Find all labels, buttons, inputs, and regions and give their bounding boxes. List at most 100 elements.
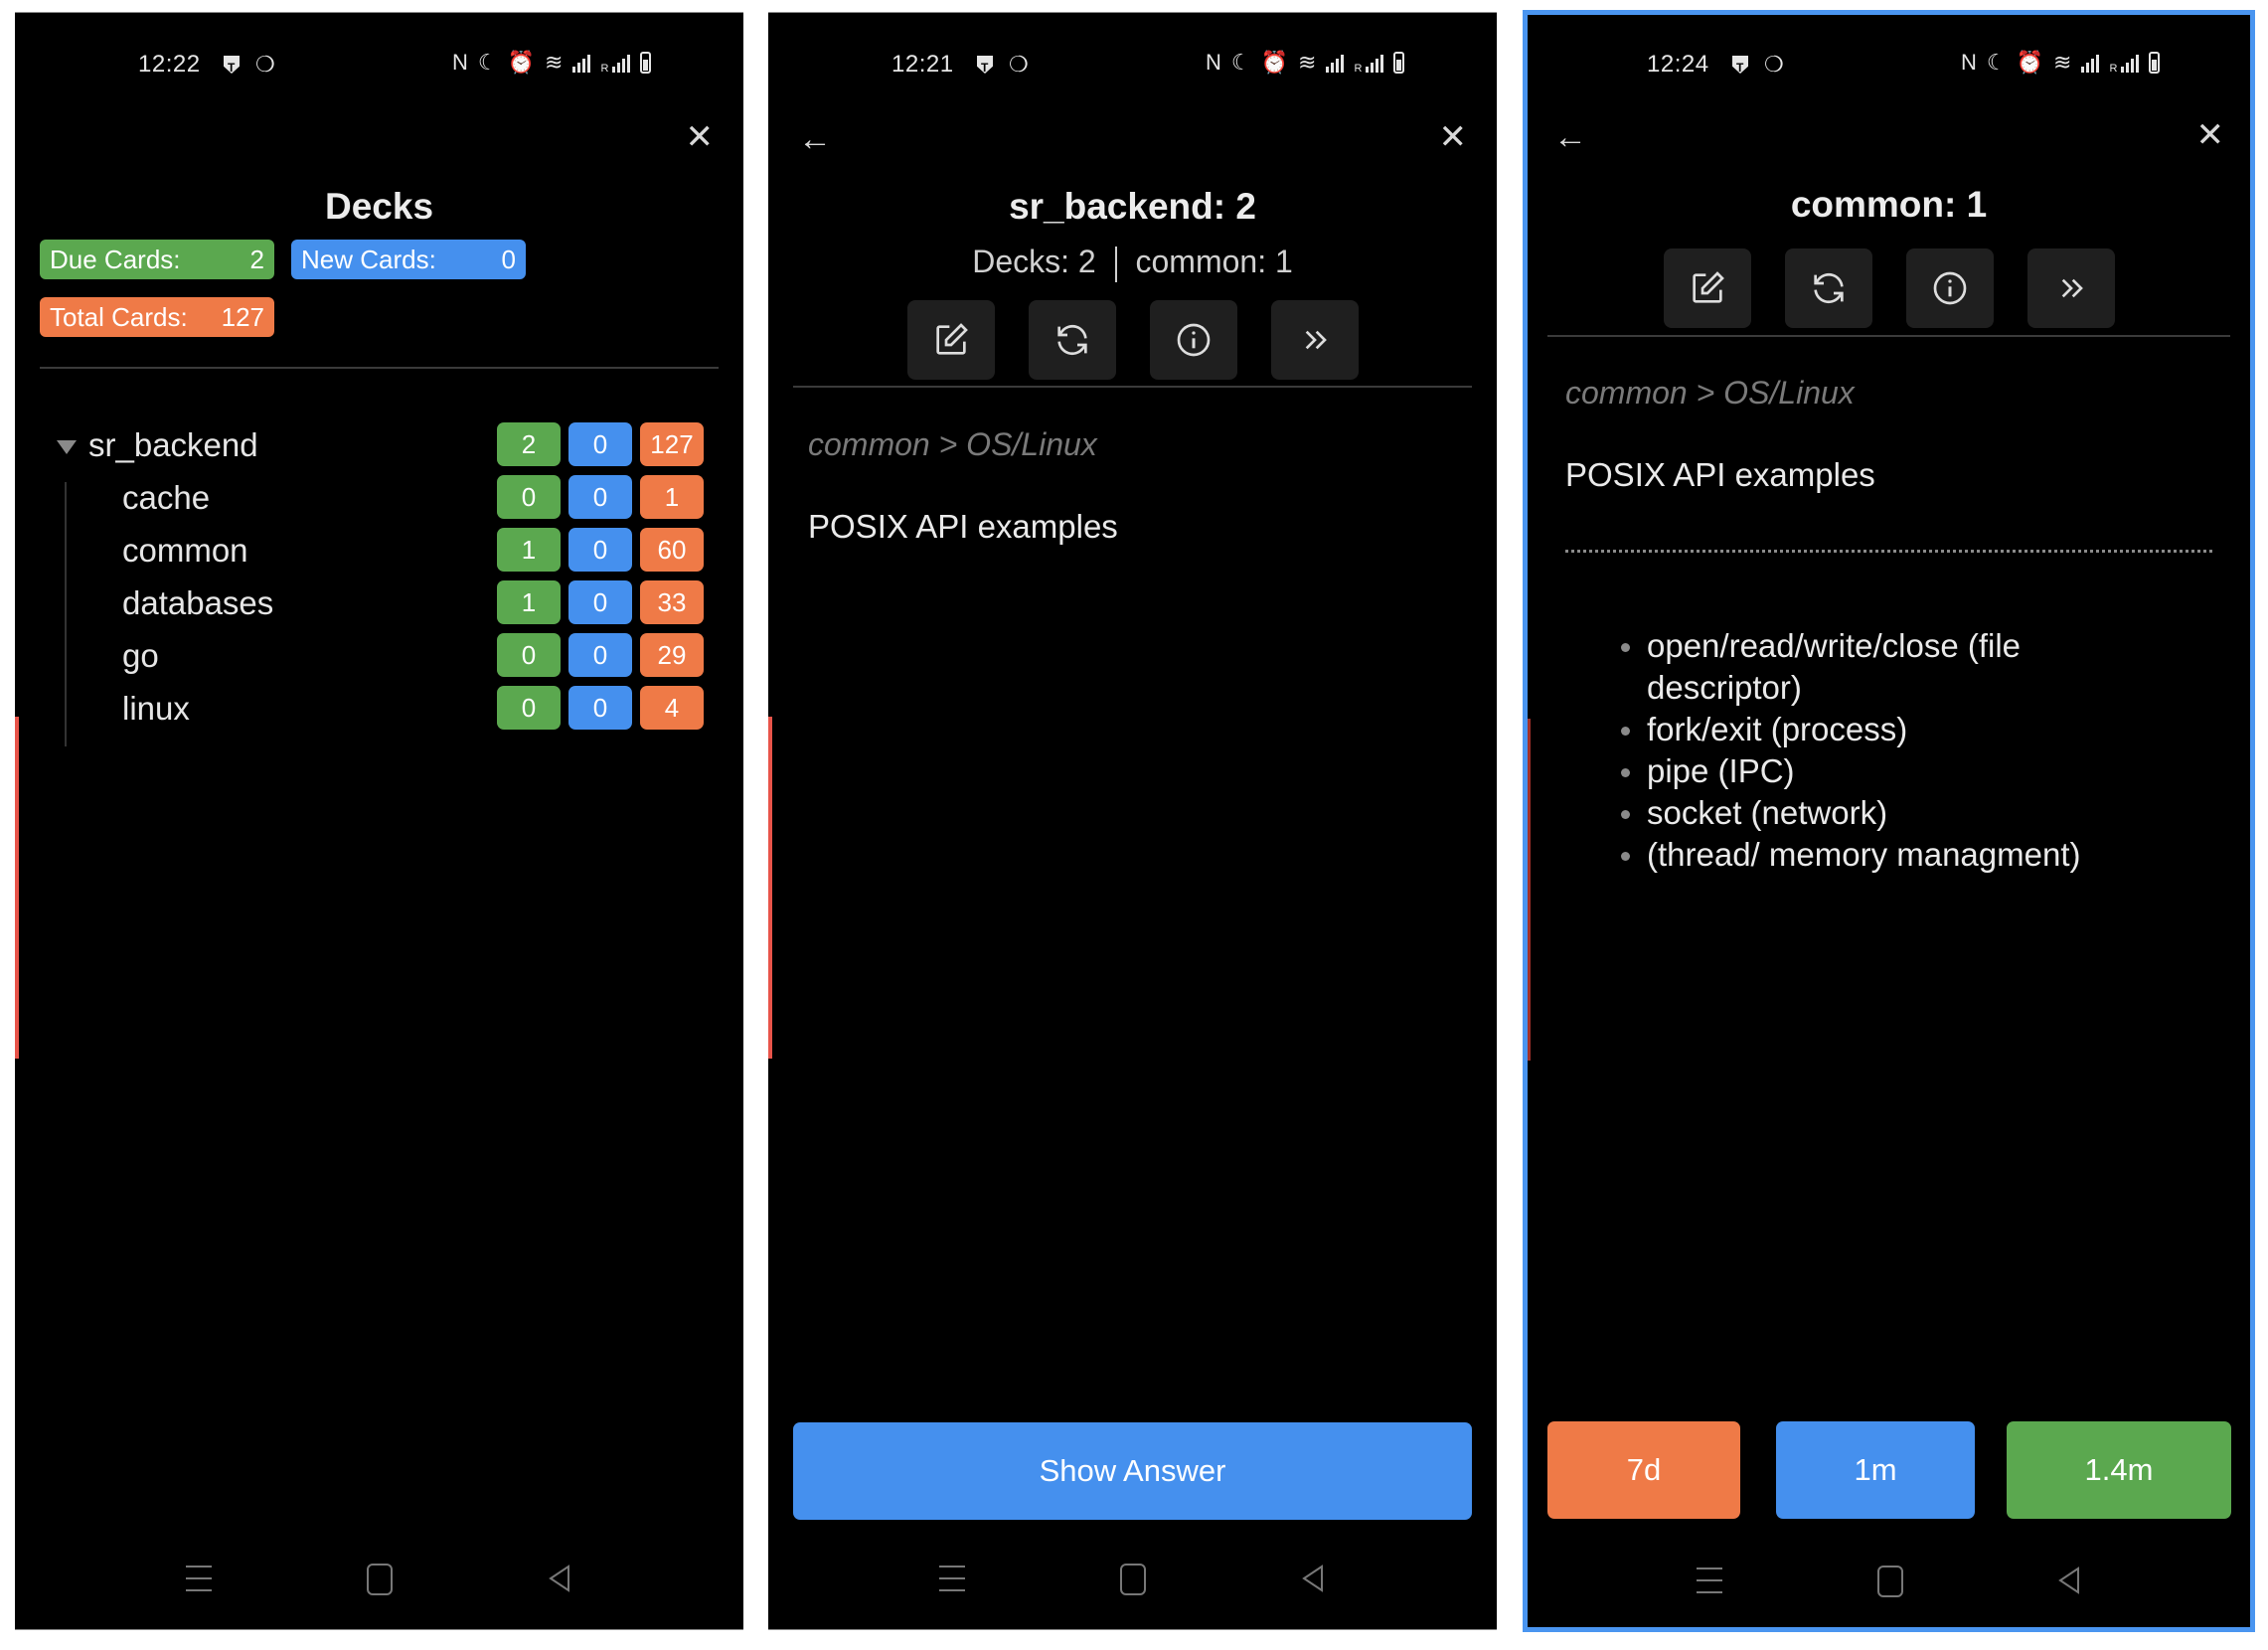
- alarm-icon: ⏰: [2016, 50, 2044, 75]
- close-icon[interactable]: ✕: [686, 120, 715, 154]
- due-count: 2: [497, 422, 561, 466]
- leaf-icon: ❍: [1764, 52, 1784, 77]
- answer-item: fork/exit (process): [1621, 709, 2178, 750]
- roaming-signal-icon: [2121, 53, 2140, 73]
- card-info-button[interactable]: [1905, 248, 1994, 328]
- deck-name[interactable]: databases: [122, 584, 273, 622]
- skip-card-button[interactable]: [2026, 248, 2115, 328]
- response-button-hard[interactable]: 7d: [1547, 1421, 1740, 1519]
- due-count: 0: [497, 686, 561, 730]
- answer-item: socket (network): [1621, 792, 2178, 834]
- deck-row-cache[interactable]: cache 0 0 1: [15, 475, 743, 525]
- moon-icon: ☾: [1230, 50, 1251, 75]
- close-icon[interactable]: ✕: [1439, 120, 1468, 154]
- due-cards-badge: Due Cards: 2: [40, 240, 274, 279]
- status-bar: 12:21 ❍ N ☾ ⏰ ≋ R: [768, 45, 1497, 84]
- deck-row-linux[interactable]: linux 0 0 4: [15, 686, 743, 736]
- battery-icon: [2149, 52, 2161, 74]
- status-bar: 12:24 ❍ N ☾ ⏰ ≋ R: [1528, 45, 2250, 84]
- card-question: POSIX API examples: [808, 508, 1118, 545]
- deck-subtitle: Decks: 2 common: 1: [768, 244, 1497, 282]
- review-question-screen: 12:21 ❍ N ☾ ⏰ ≋ R ← ✕ sr_backend: 2 Deck…: [768, 12, 1497, 1630]
- due-count: 0: [497, 633, 561, 677]
- new-count: 0: [568, 475, 632, 519]
- system-nav-bar: [15, 1560, 743, 1599]
- card-actions: [1528, 248, 2250, 328]
- deck-title: common: 1: [1790, 184, 1988, 225]
- answer-separator: [1565, 550, 2212, 553]
- home-icon[interactable]: [367, 1564, 393, 1595]
- battery-icon: [640, 52, 652, 74]
- nfc-icon: N: [1206, 50, 1221, 75]
- back-arrow-icon[interactable]: ←: [1553, 120, 1587, 154]
- back-nav-icon[interactable]: [547, 1564, 572, 1593]
- roaming-signal-icon: [612, 53, 631, 73]
- recent-apps-icon[interactable]: [1697, 1568, 1722, 1593]
- response-button-good[interactable]: 1m: [1776, 1421, 1975, 1519]
- recent-apps-icon[interactable]: [186, 1566, 212, 1591]
- back-nav-icon[interactable]: [2056, 1566, 2082, 1595]
- home-icon[interactable]: [1877, 1566, 1903, 1597]
- edit-card-button[interactable]: [1663, 248, 1751, 328]
- due-cards-value: 2: [249, 244, 264, 274]
- nfc-icon: N: [1961, 50, 1977, 75]
- deck-name[interactable]: sr_backend: [88, 426, 258, 464]
- close-icon[interactable]: ✕: [2196, 118, 2225, 152]
- reset-card-button[interactable]: [1784, 248, 1872, 328]
- home-icon[interactable]: [1120, 1564, 1146, 1595]
- card-breadcrumb: common > OS/Linux: [808, 426, 1097, 462]
- new-count: 0: [568, 633, 632, 677]
- status-time: 12:21: [891, 51, 954, 78]
- deck-name[interactable]: cache: [122, 479, 210, 517]
- battery-icon: [1393, 52, 1405, 74]
- leaf-icon: ❍: [1009, 52, 1029, 77]
- deck-row-databases[interactable]: databases 1 0 33: [15, 580, 743, 630]
- card-actions: [768, 300, 1497, 380]
- deck-name[interactable]: linux: [122, 690, 190, 728]
- status-time: 12:24: [1647, 51, 1709, 78]
- card-breadcrumb: common > OS/Linux: [1565, 375, 1855, 411]
- back-arrow-icon[interactable]: ←: [798, 122, 832, 156]
- card-question: POSIX API examples: [1565, 456, 1875, 493]
- deck-row-sr-backend[interactable]: sr_backend 2 0 127: [15, 422, 743, 472]
- edge-indicator: [768, 717, 772, 1059]
- wifi-icon: ≋: [2053, 50, 2072, 75]
- total-count: 127: [640, 422, 704, 466]
- decks-screen: 12:22 ❍ N ☾ ⏰ ≋ R ✕ Decks Due Cards: 2 N…: [15, 12, 743, 1630]
- answer-item: pipe (IPC): [1621, 750, 2178, 792]
- deck-name[interactable]: go: [122, 637, 159, 675]
- review-answer-screen: 12:24 ❍ N ☾ ⏰ ≋ R ← ✕ common: 1: [1523, 10, 2255, 1632]
- reset-card-button[interactable]: [1028, 300, 1116, 380]
- back-nav-icon[interactable]: [1300, 1564, 1326, 1593]
- new-cards-label: New Cards:: [301, 244, 436, 274]
- system-nav-bar: [1528, 1562, 2250, 1601]
- edit-icon: [1692, 271, 1724, 303]
- edit-card-button[interactable]: [906, 300, 995, 380]
- new-count: 0: [568, 422, 632, 466]
- info-icon: [1933, 271, 1966, 305]
- new-count: 0: [568, 686, 632, 730]
- deck-name[interactable]: common: [122, 532, 248, 570]
- due-count: 0: [497, 475, 561, 519]
- skip-card-button[interactable]: [1270, 300, 1359, 380]
- due-count: 1: [497, 528, 561, 572]
- answer-list: open/read/write/close (file descriptor) …: [1621, 625, 2178, 876]
- alarm-icon: ⏰: [1260, 50, 1289, 75]
- roaming-signal-icon: [1366, 53, 1384, 73]
- page-title: Decks: [324, 186, 434, 227]
- system-nav-bar: [768, 1560, 1497, 1599]
- alarm-icon: ⏰: [507, 50, 536, 75]
- nfc-icon: N: [452, 50, 468, 75]
- caret-down-icon[interactable]: [57, 440, 77, 454]
- total-count: 60: [640, 528, 704, 572]
- response-button-easy[interactable]: 1.4m: [2007, 1421, 2231, 1519]
- subtitle-separator: [1114, 246, 1117, 282]
- decks-count: Decks: 2: [972, 244, 1096, 279]
- moon-icon: ☾: [477, 50, 498, 75]
- recent-apps-icon[interactable]: [939, 1566, 965, 1591]
- deck-row-common[interactable]: common 1 0 60: [15, 528, 743, 578]
- card-info-button[interactable]: [1149, 300, 1237, 380]
- edit-icon: [935, 323, 968, 355]
- deck-row-go[interactable]: go 0 0 29: [15, 633, 743, 683]
- show-answer-button[interactable]: Show Answer: [793, 1422, 1472, 1520]
